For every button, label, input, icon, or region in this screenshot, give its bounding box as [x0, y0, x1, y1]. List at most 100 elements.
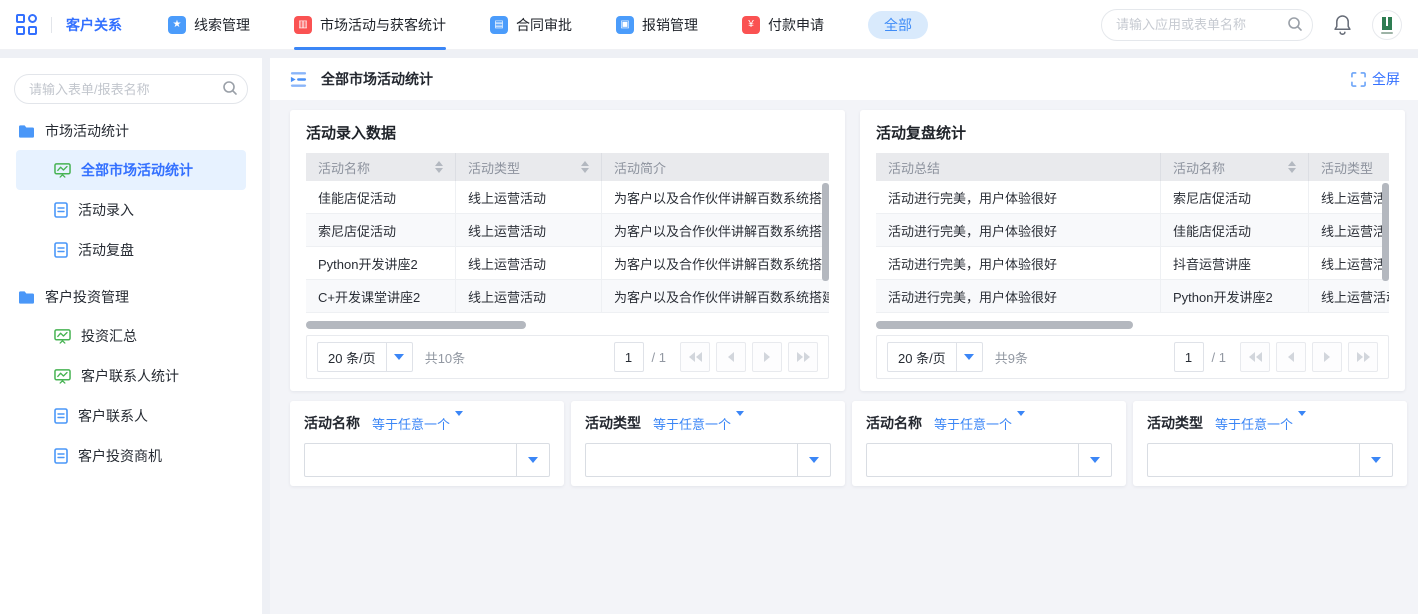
sidebar-item[interactable]: 客户投资商机 — [16, 436, 246, 476]
app-tab[interactable]: ▤合同审批 — [490, 0, 572, 50]
table-cell: 线上运营活动 — [1309, 247, 1389, 279]
filter-value-select[interactable] — [585, 443, 831, 477]
workspace-label[interactable]: 客户关系 — [66, 15, 122, 35]
table-row[interactable]: 活动进行完美，用户体验很好抖音运营讲座线上运营活动 — [876, 247, 1389, 280]
page-input[interactable]: 1 — [614, 342, 644, 372]
user-avatar[interactable] — [1372, 10, 1402, 40]
column-header[interactable]: 活动总结 — [876, 153, 1161, 181]
table-row[interactable]: C+开发课堂讲座2线上运营活动为客户以及合作伙伴讲解百数系统搭建 — [306, 280, 829, 313]
filter-condition-dropdown[interactable]: 等于任意一个 — [934, 414, 1025, 433]
filter-condition-dropdown[interactable]: 等于任意一个 — [653, 414, 744, 433]
horizontal-scrollbar[interactable] — [876, 321, 1389, 329]
filter-card: 活动类型等于任意一个 — [571, 401, 845, 486]
filter-value-select[interactable] — [866, 443, 1112, 477]
page-size-select[interactable]: 20 条/页 — [887, 342, 983, 372]
next-page-button[interactable] — [752, 342, 782, 372]
all-apps-pill[interactable]: 全部 — [868, 11, 928, 39]
form-icon — [54, 242, 68, 258]
sidebar-item-label: 投资汇总 — [81, 326, 137, 346]
filter-condition-dropdown[interactable]: 等于任意一个 — [372, 414, 463, 433]
form-icon — [54, 448, 68, 464]
first-page-button[interactable] — [680, 342, 710, 372]
column-header[interactable]: 活动名称 — [1161, 153, 1309, 181]
vertical-scrollbar[interactable] — [1382, 183, 1389, 281]
search-icon[interactable] — [222, 80, 238, 101]
vertical-scrollbar[interactable] — [822, 183, 829, 281]
sidebar-item[interactable]: 活动复盘 — [16, 230, 246, 270]
last-page-button[interactable] — [788, 342, 818, 372]
filter-condition-dropdown[interactable]: 等于任意一个 — [1215, 414, 1306, 433]
filter-head: 活动类型等于任意一个 — [1147, 413, 1393, 433]
sort-icon[interactable] — [1288, 161, 1296, 173]
filter-head: 活动类型等于任意一个 — [585, 413, 831, 433]
filter-head: 活动名称等于任意一个 — [304, 413, 550, 433]
app-tab[interactable]: ¥付款申请 — [742, 0, 824, 50]
search-icon[interactable] — [1287, 16, 1303, 37]
app-tabs: ★线索管理 ▥市场活动与获客统计 ▤合同审批 ▣报销管理 ¥付款申请 全部 — [168, 0, 928, 50]
filter-select-value — [867, 444, 1078, 476]
chevron-down-icon[interactable] — [956, 343, 982, 371]
sidebar-item-label: 活动复盘 — [78, 240, 134, 260]
page-size-select[interactable]: 20 条/页 — [317, 342, 413, 372]
sidebar-item[interactable]: 客户联系人统计 — [16, 356, 246, 396]
pagination-bar: 20 条/页共10条1/ 1 — [306, 335, 829, 379]
column-header[interactable]: 活动简介 — [602, 153, 829, 181]
sidebar-group-header[interactable]: 市场活动统计 — [0, 112, 262, 150]
apps-grid-icon[interactable] — [16, 14, 37, 35]
cell-text: 线上运营活动 — [1321, 221, 1389, 240]
notification-bell-icon[interactable] — [1333, 14, 1352, 35]
sidebar-item[interactable]: 全部市场活动统计 — [16, 150, 246, 190]
table-row[interactable]: 活动进行完美，用户体验很好佳能店促活动线上运营活动 — [876, 214, 1389, 247]
horizontal-scrollbar-thumb[interactable] — [306, 321, 526, 329]
sort-icon[interactable] — [435, 161, 443, 173]
chevron-down-icon[interactable] — [386, 343, 412, 371]
cell-text: 佳能店促活动 — [318, 188, 396, 207]
last-page-button[interactable] — [1348, 342, 1378, 372]
table-row[interactable]: Python开发讲座2线上运营活动为客户以及合作伙伴讲解百数系统搭建 — [306, 247, 829, 280]
chevron-down-icon[interactable] — [797, 444, 830, 476]
cell-text: 线上运营活动 — [1321, 188, 1389, 207]
sidebar-item[interactable]: 客户联系人 — [16, 396, 246, 436]
app-tab[interactable]: ▣报销管理 — [616, 0, 698, 50]
chevron-down-icon[interactable] — [516, 444, 549, 476]
app-tab-label: 付款申请 — [768, 15, 824, 35]
table-row[interactable]: 活动进行完美，用户体验很好索尼店促活动线上运营活动 — [876, 181, 1389, 214]
sidebar-item[interactable]: 活动录入 — [16, 190, 246, 230]
column-header[interactable]: 活动类型 — [1309, 153, 1389, 181]
sidebar-group-header[interactable]: 客户投资管理 — [0, 278, 262, 316]
app-tab[interactable]: ★线索管理 — [168, 0, 250, 50]
column-header[interactable]: 活动类型 — [456, 153, 602, 181]
sidebar-search-input[interactable] — [14, 74, 248, 104]
sidebar-item[interactable]: 投资汇总 — [16, 316, 246, 356]
sort-icon[interactable] — [581, 161, 589, 173]
app-tab[interactable]: ▥市场活动与获客统计 — [294, 0, 446, 50]
collapse-sidebar-icon[interactable] — [288, 70, 309, 89]
topbar-right — [1101, 9, 1402, 41]
filter-value-select[interactable] — [1147, 443, 1393, 477]
table-row[interactable]: 佳能店促活动线上运营活动为客户以及合作伙伴讲解百数系统搭建 — [306, 181, 829, 214]
prev-page-button[interactable] — [716, 342, 746, 372]
table-row[interactable]: 索尼店促活动线上运营活动为客户以及合作伙伴讲解百数系统搭建 — [306, 214, 829, 247]
table-cell: 线上运营活动 — [1309, 214, 1389, 246]
horizontal-scrollbar-thumb[interactable] — [876, 321, 1133, 329]
chevron-down-icon[interactable] — [1078, 444, 1111, 476]
data-table: 活动总结活动名称活动类型活动进行完美，用户体验很好索尼店促活动线上运营活动活动进… — [876, 153, 1389, 319]
chevron-down-icon[interactable] — [1359, 444, 1392, 476]
cell-text: 活动进行完美，用户体验很好 — [888, 287, 1057, 306]
report-icon — [54, 162, 71, 178]
table-row[interactable]: 活动进行完美，用户体验很好Python开发讲座2线上运营活动 — [876, 280, 1389, 313]
filter-value-select[interactable] — [304, 443, 550, 477]
first-page-button[interactable] — [1240, 342, 1270, 372]
horizontal-scrollbar[interactable] — [306, 321, 829, 329]
page-input[interactable]: 1 — [1174, 342, 1204, 372]
prev-page-button[interactable] — [1276, 342, 1306, 372]
fullscreen-button[interactable]: 全屏 — [1351, 69, 1400, 89]
column-header[interactable]: 活动名称 — [306, 153, 456, 181]
global-search-input[interactable] — [1101, 9, 1313, 41]
total-count: 共9条 — [995, 348, 1028, 367]
cell-text: 线上运营活动 — [468, 188, 546, 207]
filter-card: 活动类型等于任意一个 — [1133, 401, 1407, 486]
next-page-button[interactable] — [1312, 342, 1342, 372]
page-size-value: 20 条/页 — [888, 348, 956, 367]
sidebar-group-label: 客户投资管理 — [45, 287, 129, 307]
